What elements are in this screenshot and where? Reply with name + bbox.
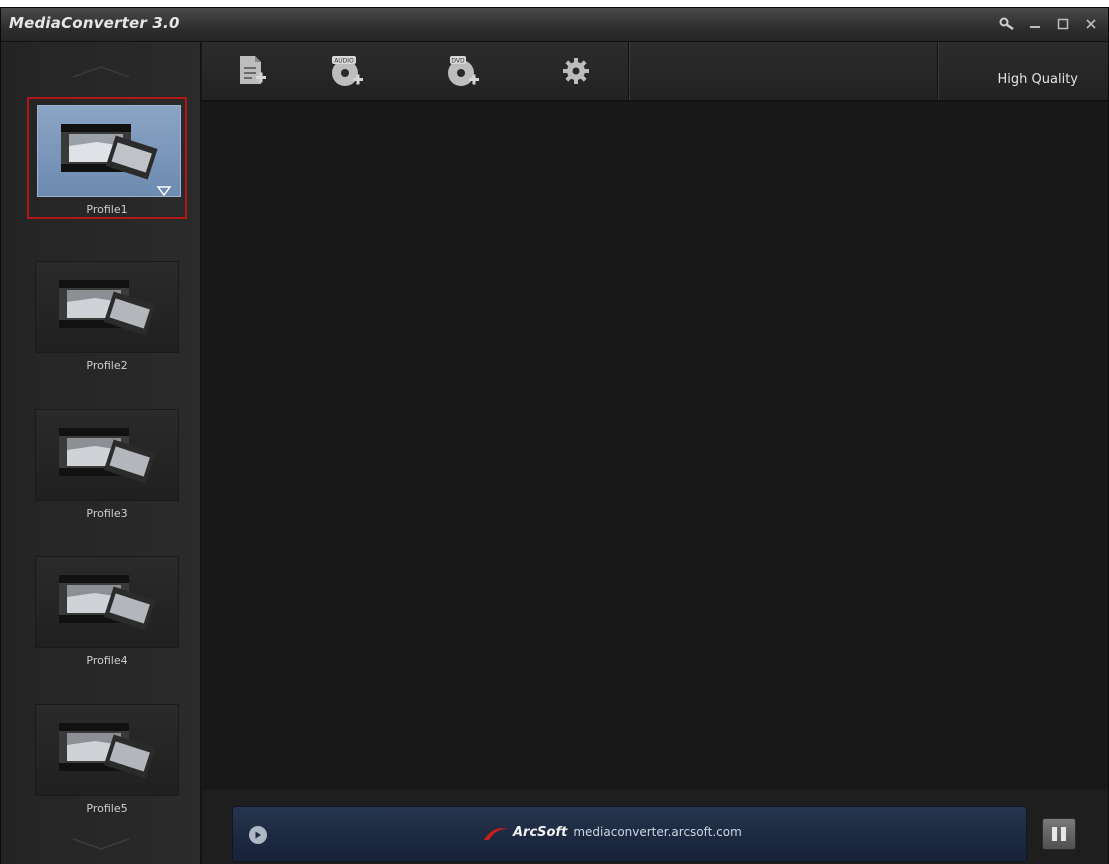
profile-item-2[interactable]: Profile2: [27, 255, 187, 377]
profile-item-1[interactable]: Profile1: [27, 97, 187, 219]
add-file-button[interactable]: [227, 50, 277, 92]
profile-sidebar: Profile1 Profile2 Profile3 Profile4 Prof…: [1, 42, 201, 864]
profile-item-5[interactable]: Profile5: [27, 698, 187, 820]
profile-label: Profile4: [86, 654, 128, 667]
conversion-list-area[interactable]: [202, 104, 1108, 796]
film-thumbnail-icon: [35, 704, 179, 796]
bottom-bar: ArcSoft mediaconverter.arcsoft.com: [202, 790, 1108, 864]
gear-icon: [563, 58, 589, 84]
add-audio-disc-button[interactable]: AUDIO: [322, 50, 372, 92]
toolbar-separator: [937, 42, 938, 100]
profile-label: Profile1: [86, 203, 128, 216]
toolbar-separator: [628, 42, 629, 100]
window-controls: [998, 15, 1100, 33]
film-thumbnail-icon: [35, 261, 179, 353]
pause-button[interactable]: [1042, 818, 1076, 850]
arcsoft-logo-icon: [484, 828, 508, 840]
profile-item-3[interactable]: Profile3: [27, 403, 187, 525]
svg-text:DVD: DVD: [451, 58, 465, 65]
svg-text:AUDIO: AUDIO: [334, 58, 354, 65]
brand-name: ArcSoft: [513, 824, 568, 840]
title-bar[interactable]: MediaConverter 3.0: [1, 8, 1108, 42]
play-button[interactable]: [249, 826, 267, 844]
profile-label: Profile2: [86, 359, 128, 372]
profile-label: Profile3: [86, 507, 128, 520]
app-title: MediaConverter 3.0: [9, 14, 180, 32]
scroll-down-arrow-icon[interactable]: [1, 824, 201, 864]
play-icon: [255, 831, 261, 839]
film-thumbnail-icon: [35, 556, 179, 648]
pause-bar: [1061, 827, 1066, 841]
wrench-icon[interactable]: [998, 15, 1016, 33]
film-thumbnail-icon: [35, 409, 179, 501]
quality-selector[interactable]: High Quality: [998, 72, 1078, 87]
maximize-icon[interactable]: [1054, 15, 1072, 33]
add-dvd-disc-button[interactable]: DVD: [438, 50, 488, 92]
minimize-icon[interactable]: [1026, 15, 1044, 33]
scroll-up-arrow-icon[interactable]: [1, 52, 201, 92]
app-window: MediaConverter 3.0 Profile1 Profile2 Pro…: [0, 7, 1109, 864]
brand-url: mediaconverter.arcsoft.com: [573, 825, 742, 839]
document-add-icon: [240, 56, 266, 84]
settings-button[interactable]: [551, 50, 601, 92]
pause-bar: [1052, 827, 1057, 841]
dropdown-triangle-icon[interactable]: [156, 181, 172, 200]
close-icon[interactable]: [1082, 15, 1100, 33]
profile-item-4[interactable]: Profile4: [27, 550, 187, 672]
audio-cd-add-icon: AUDIO: [332, 56, 363, 86]
main-toolbar: AUDIO DVD High Quality: [202, 42, 1108, 102]
profile-label: Profile5: [86, 802, 128, 815]
ad-banner[interactable]: ArcSoft mediaconverter.arcsoft.com: [232, 806, 1027, 862]
dvd-add-icon: DVD: [448, 56, 479, 86]
brand-link[interactable]: ArcSoft mediaconverter.arcsoft.com: [483, 823, 742, 841]
